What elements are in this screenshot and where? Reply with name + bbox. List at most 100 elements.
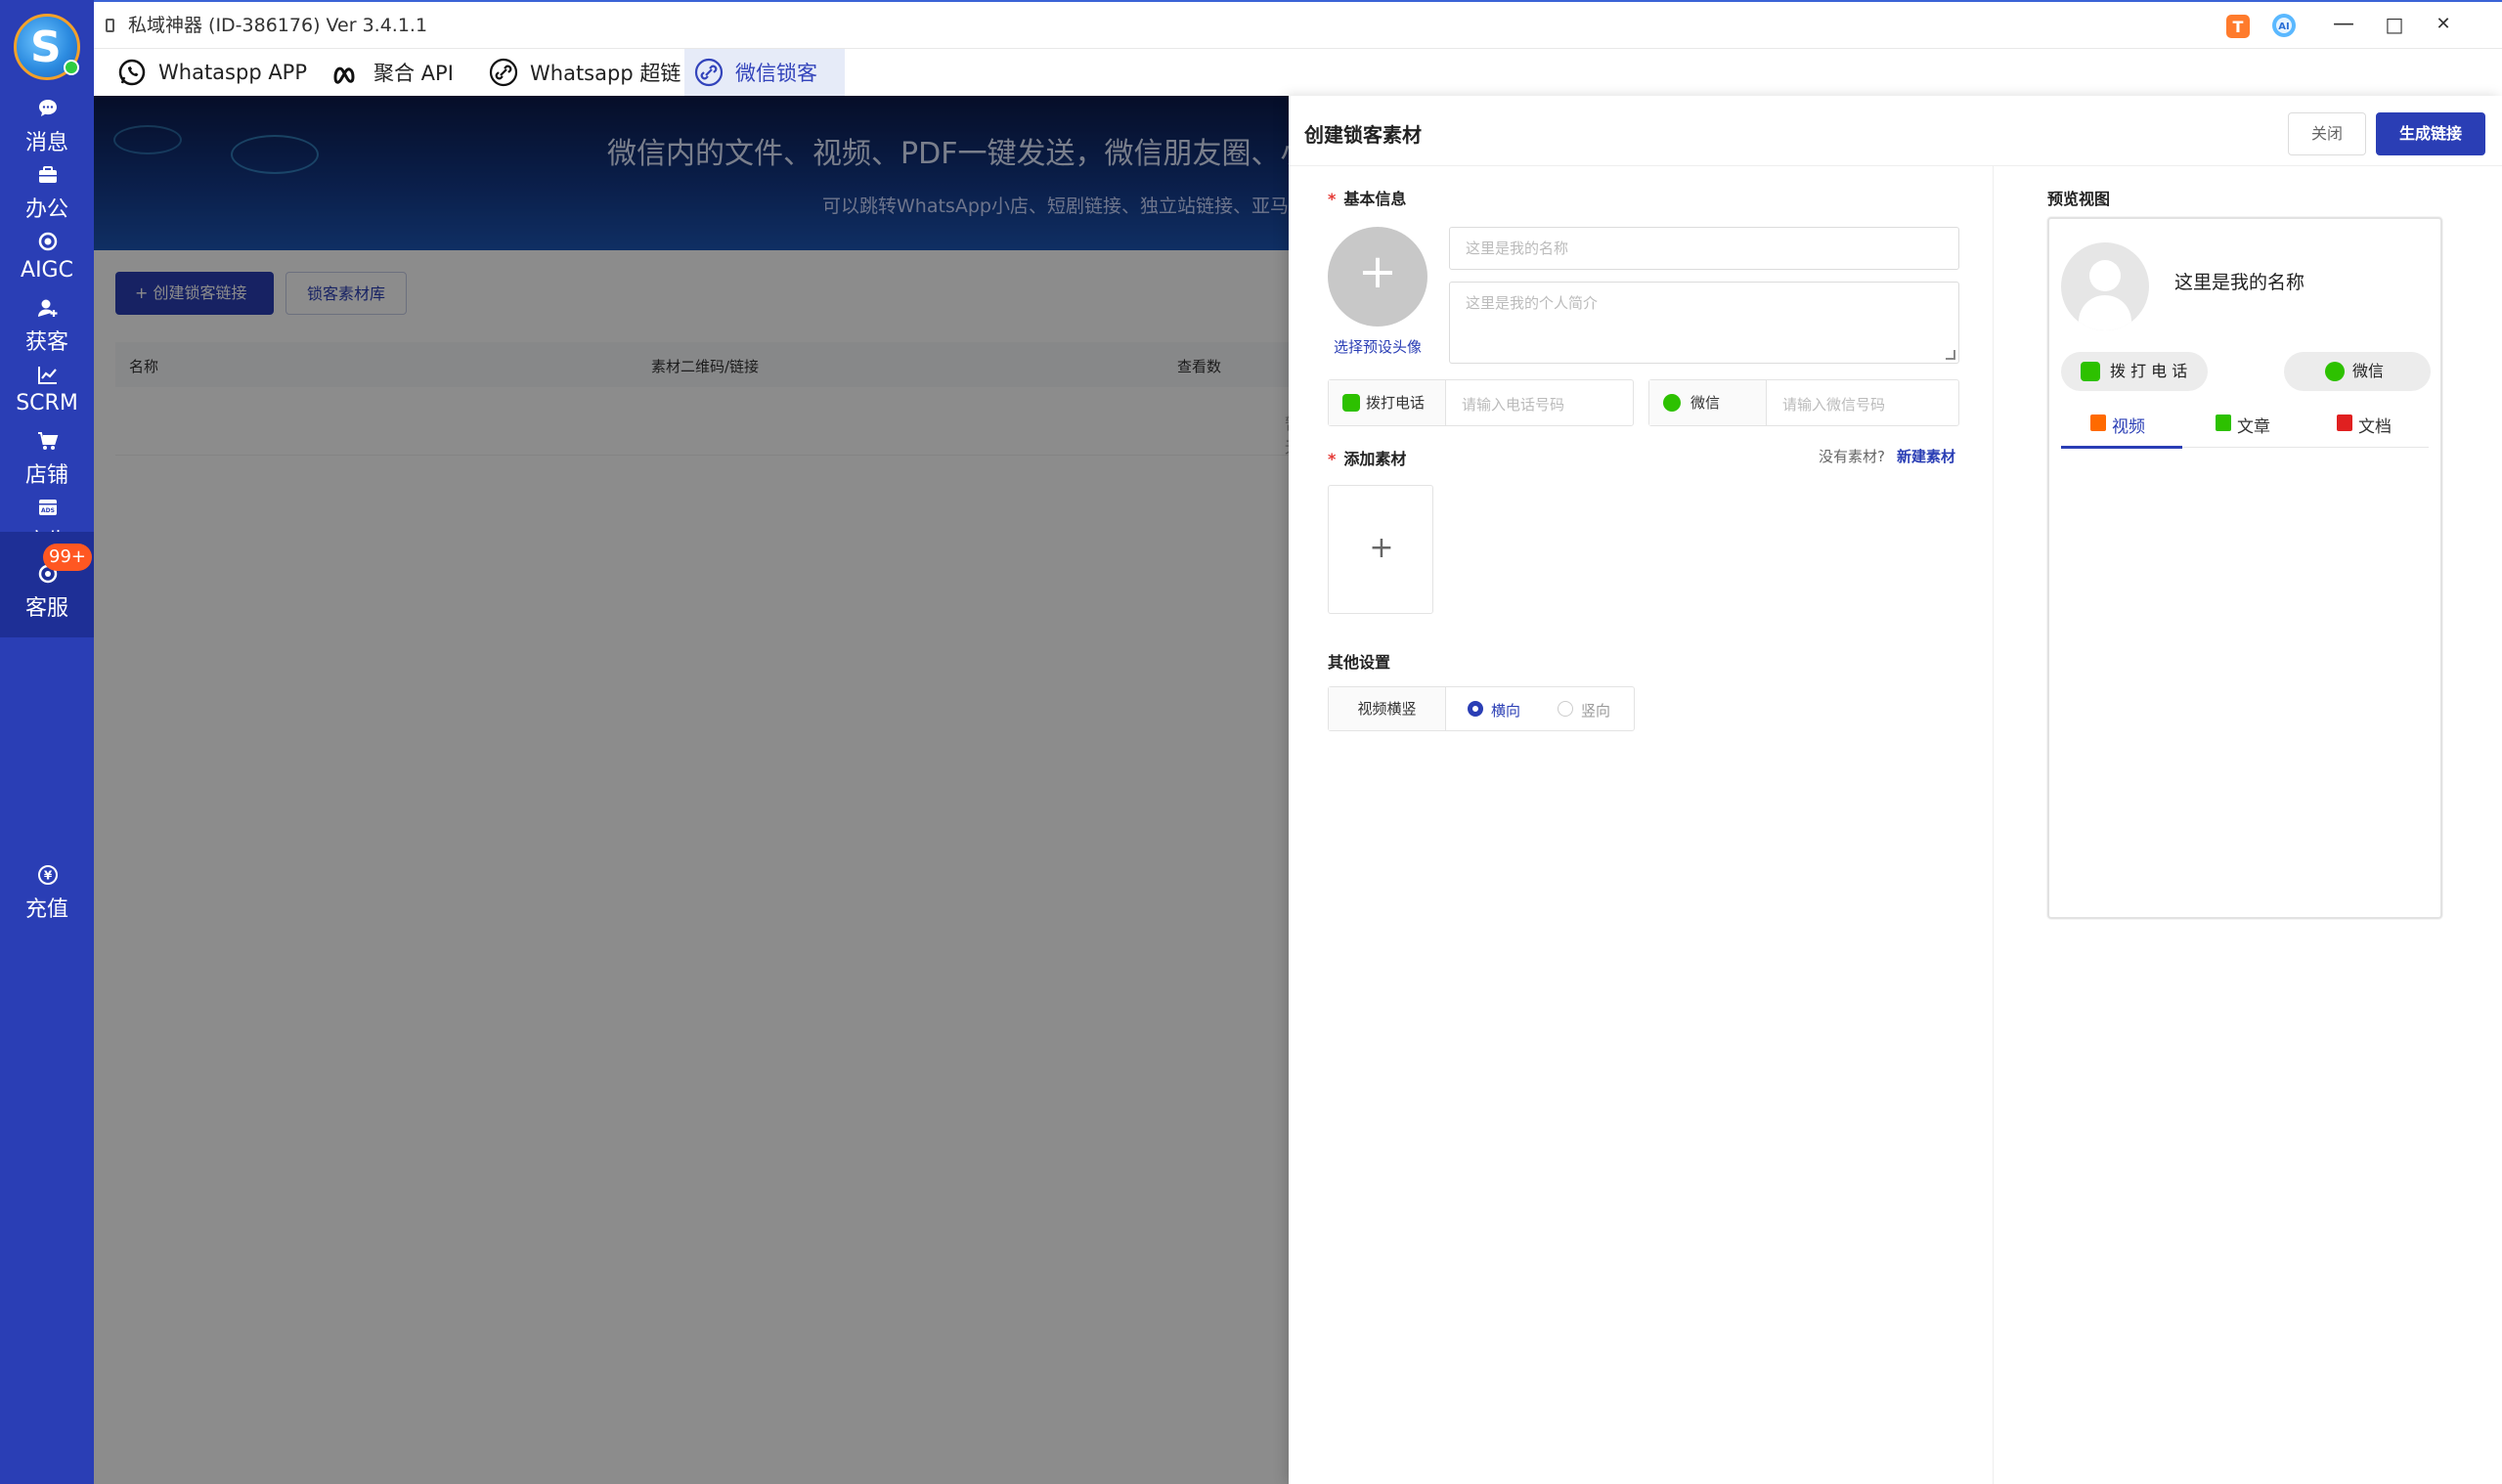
- tab-wechat-lock[interactable]: 微信锁客: [684, 49, 845, 96]
- preview-name: 这里是我的名称: [2174, 272, 2305, 293]
- phone-icon: [1342, 394, 1360, 412]
- window-title: 私域神器 (ID-386176) Ver 3.4.1.1: [128, 15, 428, 36]
- tab-label: Whatsapp 超链: [530, 62, 681, 85]
- cart-icon: [38, 432, 59, 450]
- preview-tab-label: 视频: [2112, 417, 2145, 437]
- generate-link-button[interactable]: 生成链接: [2376, 112, 2485, 155]
- maximize-button[interactable]: □: [2382, 12, 2407, 37]
- briefcase-icon: [39, 166, 57, 183]
- no-material-text: 没有素材?: [1819, 448, 1885, 465]
- phone-icon: [2081, 362, 2100, 381]
- preview-avatar: [2061, 242, 2149, 330]
- required-mark: *: [1328, 190, 1337, 208]
- tab-label: Whataspp APP: [158, 61, 308, 84]
- phone-label: 拨打电话: [1366, 394, 1426, 412]
- phone-field-group: 拨打电话 请输入电话号码: [1328, 379, 1634, 426]
- user-silhouette-body: [2079, 295, 2131, 330]
- preview-tab-document[interactable]: 文档: [2337, 413, 2392, 437]
- radio-dot: [1558, 701, 1573, 717]
- sidebar-item-label: 充值: [24, 897, 68, 922]
- resize-grip-icon[interactable]: [1946, 350, 1955, 360]
- pdf-document-icon: [2337, 415, 2352, 431]
- wechat-input[interactable]: 请输入微信号码: [1782, 394, 1885, 415]
- name-input[interactable]: 这里是我的名称: [1449, 227, 1959, 270]
- close-window-button[interactable]: ✕: [2431, 12, 2456, 37]
- drawer-header: 创建锁客素材 关闭 生成链接: [1289, 96, 2502, 166]
- new-material-link[interactable]: 新建素材: [1897, 446, 1955, 466]
- required-mark: *: [1328, 450, 1337, 468]
- minimize-button[interactable]: —: [2331, 12, 2356, 37]
- aigc-ring-icon: [38, 232, 58, 251]
- wechat-icon: [2325, 362, 2345, 381]
- preview-call-button[interactable]: 拨 打 电 话: [2061, 352, 2208, 391]
- radio-dot: [1468, 701, 1483, 717]
- sidebar-item-customer-service[interactable]: 99+ 客服: [0, 532, 94, 637]
- bio-placeholder: 这里是我的个人简介: [1466, 294, 1599, 312]
- whatsapp-icon: [118, 59, 146, 86]
- plus-icon: +: [1369, 531, 1394, 565]
- radio-label: 横向: [1491, 702, 1521, 720]
- preview-tab-video[interactable]: 视频: [2090, 413, 2145, 437]
- tab-whatsapp-app[interactable]: Whataspp APP: [108, 49, 317, 96]
- vertical-divider: [1993, 166, 1994, 1484]
- svg-text:T: T: [2233, 18, 2244, 36]
- user-add-icon: [38, 299, 58, 317]
- wechat-link-icon: [694, 58, 724, 87]
- chat-bubble-icon: [39, 100, 57, 116]
- tab-aggregate-api[interactable]: 聚合 API: [323, 49, 463, 96]
- radio-label: 竖向: [1581, 702, 1611, 720]
- preview-call-label: 拨 打 电 话: [2110, 362, 2188, 380]
- preview-tab-label: 文章: [2237, 417, 2270, 437]
- orientation-label: 视频横竖: [1329, 687, 1446, 730]
- preview-tab-label: 文档: [2358, 417, 2392, 437]
- link-icon: [489, 58, 518, 87]
- close-button[interactable]: 关闭: [2288, 112, 2366, 155]
- tab-whatsapp-hyperlink[interactable]: Whatsapp 超链: [479, 49, 690, 96]
- phone-addon: 拨打电话: [1329, 380, 1446, 425]
- phone-icon: [106, 19, 114, 32]
- video-icon: [2090, 415, 2106, 431]
- wechat-icon: [1663, 394, 1681, 412]
- sidebar-item-recharge[interactable]: ¥ 充值: [0, 833, 94, 938]
- select-preset-avatar-link[interactable]: 选择预设头像: [1304, 336, 1451, 357]
- logo-s-glyph: S: [30, 22, 62, 72]
- radio-landscape[interactable]: 横向: [1468, 700, 1520, 720]
- orientation-field-group: 视频横竖 横向 竖向: [1328, 686, 1635, 731]
- wechat-label: 微信: [1690, 394, 1721, 412]
- other-settings-heading: 其他设置: [1328, 653, 1391, 672]
- material-upload[interactable]: +: [1328, 485, 1433, 614]
- preview-wechat-button[interactable]: 微信: [2284, 352, 2431, 391]
- window-titlebar: 私域神器 (ID-386176) Ver 3.4.1.1 T AI — □ ✕: [94, 0, 2502, 49]
- window-title-wrap: 私域神器 (ID-386176) Ver 3.4.1.1: [106, 11, 427, 37]
- app-tabs: Whataspp APP 聚合 API Whatsapp 超链 微信锁客: [94, 49, 2502, 96]
- sidebar: S 消息 办公 AIGC 获客 SCRM 店铺 ADS 广告 99+ 客服 ¥ …: [0, 0, 94, 1484]
- wechat-field-group: 微信 请输入微信号码: [1648, 379, 1959, 426]
- preview-wechat-label: 微信: [2352, 362, 2385, 380]
- radio-portrait[interactable]: 竖向: [1558, 700, 1610, 720]
- basic-info-label: 基本信息: [1343, 190, 1407, 208]
- phone-input[interactable]: 请输入电话号码: [1462, 394, 1564, 415]
- tab-label: 聚合 API: [373, 62, 454, 85]
- sidebar-item-label: 客服: [24, 596, 68, 621]
- translate-t-icon[interactable]: T: [2225, 14, 2251, 39]
- plus-icon: +: [1357, 244, 1398, 299]
- avatar-upload[interactable]: +: [1328, 227, 1427, 327]
- preview-tab-article[interactable]: 文章: [2216, 413, 2270, 437]
- ai-assistant-icon[interactable]: AI: [2270, 12, 2298, 39]
- article-icon: [2216, 415, 2231, 431]
- create-material-drawer: 创建锁客素材 关闭 生成链接 * 基本信息 + 选择预设头像 这里是我的名称 这里…: [1289, 96, 2502, 1484]
- unread-badge: 99+: [43, 544, 92, 571]
- active-tab-indicator: [2061, 446, 2182, 449]
- preview-tabs: 视频 文章 文档: [2061, 401, 2429, 449]
- user-silhouette-icon: [2089, 260, 2121, 291]
- svg-text:ADS: ADS: [41, 507, 55, 514]
- basic-info-heading: * 基本信息: [1328, 186, 1406, 209]
- drawer-title: 创建锁客素材: [1304, 123, 1422, 147]
- svg-text:AI: AI: [2278, 22, 2289, 32]
- preview-title: 预览视图: [2047, 190, 2111, 208]
- trend-chart-icon: [38, 367, 57, 384]
- bio-textarea[interactable]: 这里是我的个人简介: [1449, 282, 1959, 364]
- yen-coin-icon: ¥: [38, 865, 58, 885]
- add-material-label: 添加素材: [1343, 450, 1407, 468]
- modal-overlay[interactable]: [94, 96, 1289, 1484]
